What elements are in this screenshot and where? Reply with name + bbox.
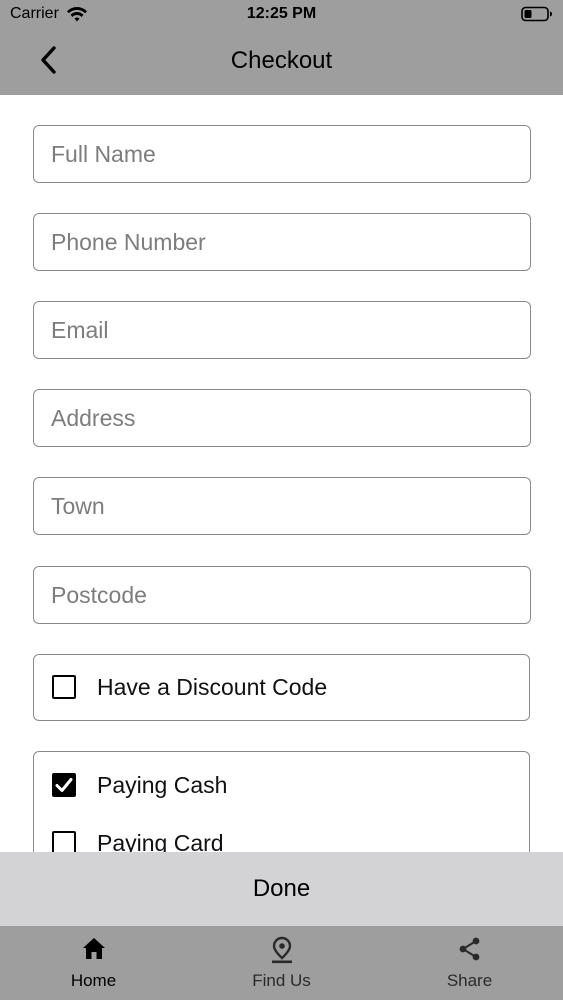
town-field[interactable] [33, 477, 531, 535]
email-field[interactable] [33, 301, 531, 359]
tab-find-us-label: Find Us [252, 971, 311, 990]
checkout-screen: Carrier 12:25 PM Checkout Full Name Phon… [0, 0, 563, 1000]
discount-code-group: Have a Discount Code [33, 654, 530, 721]
done-button[interactable]: Done [0, 852, 563, 926]
tab-find-us[interactable]: Find Us [188, 926, 375, 1000]
status-time: 12:25 PM [246, 5, 317, 22]
phone-number-field[interactable] [33, 213, 531, 271]
discount-code-checkbox-row[interactable]: Have a Discount Code [52, 667, 327, 707]
tab-share[interactable]: Share [376, 926, 563, 1000]
paying-cash-checkbox[interactable] [52, 773, 76, 797]
tab-share-label: Share [446, 971, 493, 990]
home-icon [82, 938, 105, 959]
tab-home-label: Home [70, 971, 117, 990]
paying-cash-label: Paying Cash [97, 771, 228, 798]
tab-home[interactable]: Home [0, 926, 187, 1000]
tab-bar: Home Find Us Share [0, 926, 563, 1000]
map-pin-icon [271, 936, 292, 964]
discount-code-label: Have a Discount Code [97, 673, 328, 700]
discount-code-checkbox[interactable] [52, 675, 76, 699]
share-icon [459, 937, 479, 961]
paying-cash-row[interactable]: Paying Cash [52, 765, 227, 805]
top-bar: Carrier 12:25 PM Checkout [0, 0, 563, 95]
postcode-input[interactable] [34, 567, 530, 623]
address-input[interactable] [34, 390, 530, 446]
full-name-input[interactable] [34, 126, 530, 182]
full-name-field[interactable] [33, 125, 531, 183]
page-title: Checkout [230, 47, 333, 74]
email-input[interactable] [34, 302, 530, 358]
address-field[interactable] [33, 389, 531, 447]
phone-number-input[interactable] [34, 214, 530, 270]
postcode-field[interactable] [33, 566, 531, 624]
battery-icon [521, 6, 552, 22]
town-input[interactable] [34, 478, 530, 534]
checkmark-icon [55, 778, 73, 792]
